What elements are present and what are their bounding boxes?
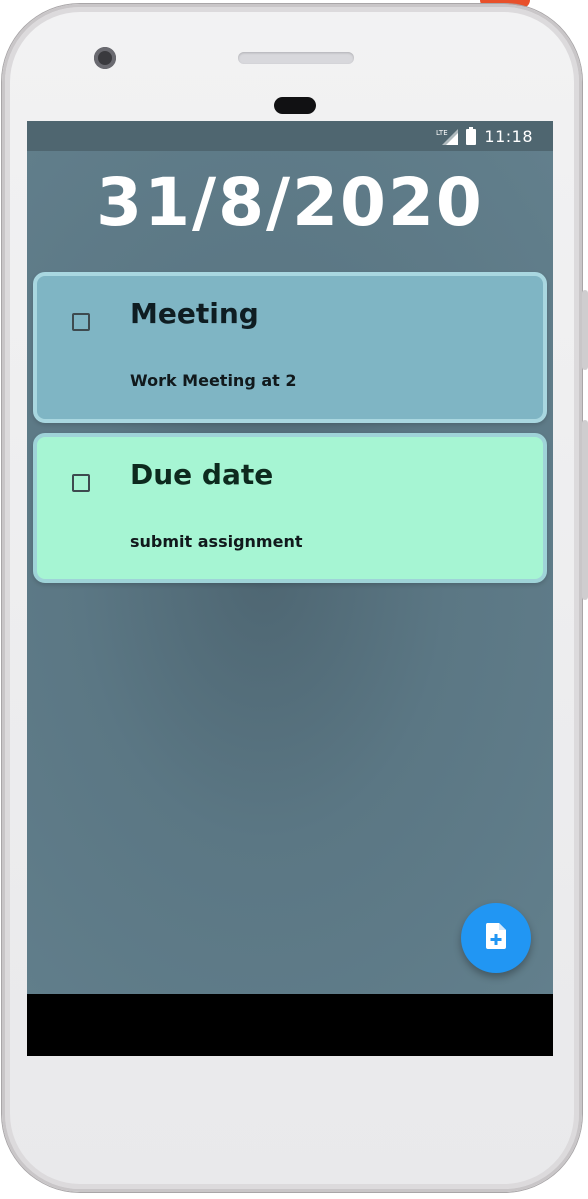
- status-icons: LTE 11:18: [436, 126, 533, 146]
- battery-icon: [466, 127, 477, 145]
- status-bar: LTE 11:18: [27, 121, 553, 151]
- front-camera-icon: [94, 47, 116, 69]
- task-checkbox[interactable]: [72, 313, 90, 331]
- navigation-bar: [27, 994, 553, 1056]
- earpiece-speaker: [238, 52, 354, 64]
- volume-button: [582, 290, 588, 370]
- task-description: Work Meeting at 2: [130, 371, 297, 390]
- task-card-due-date[interactable]: Due date submit assignment: [33, 433, 547, 583]
- lte-label: LTE: [436, 129, 448, 137]
- power-button: [582, 420, 588, 600]
- status-time: 11:18: [484, 126, 533, 146]
- task-title: Due date: [130, 458, 274, 491]
- phone-device: LTE 11:18 31/8/2020 Meeting Work Meeting…: [0, 0, 588, 1199]
- task-title: Meeting: [130, 297, 259, 330]
- proximity-sensor: [274, 97, 316, 114]
- date-heading: 31/8/2020: [96, 164, 484, 241]
- add-note-button[interactable]: [461, 903, 531, 973]
- task-card-meeting[interactable]: Meeting Work Meeting at 2: [33, 272, 547, 423]
- app-screen: LTE 11:18 31/8/2020 Meeting Work Meeting…: [27, 121, 553, 1056]
- main-content: 31/8/2020 Meeting Work Meeting at 2 Due …: [27, 151, 553, 994]
- note-add-icon: [484, 923, 508, 953]
- task-checkbox[interactable]: [72, 474, 90, 492]
- lte-signal-icon: LTE: [436, 127, 459, 145]
- task-description: submit assignment: [130, 532, 303, 551]
